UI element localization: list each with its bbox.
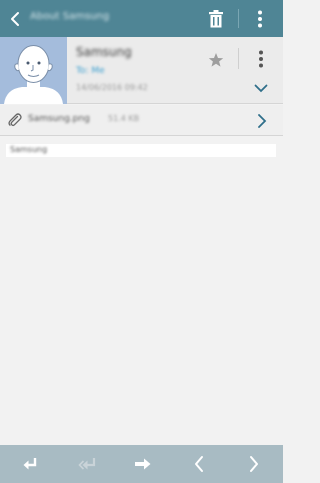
- recipient: To: Me: [76, 66, 105, 76]
- paperclip-icon: [7, 112, 23, 128]
- attachment-filename: Samsung.png: [28, 114, 90, 124]
- app-bar-divider: [238, 9, 239, 28]
- attachment-size: 51.4 KB: [108, 114, 140, 123]
- message-header: Samsung To: Me 14/06/2016 09:42: [0, 37, 283, 104]
- app-bar: About Samsung: [0, 0, 283, 37]
- back-arrow-icon[interactable]: [4, 8, 26, 30]
- next-icon[interactable]: [241, 452, 267, 476]
- trash-icon[interactable]: [205, 8, 227, 30]
- sender-name: Samsung: [76, 45, 132, 59]
- avatar[interactable]: [0, 37, 67, 104]
- header-divider: [238, 48, 239, 69]
- star-icon[interactable]: [205, 49, 227, 71]
- app-bar-title: About Samsung: [30, 11, 110, 22]
- message-body[interactable]: Samsung: [0, 137, 283, 445]
- reply-icon[interactable]: [17, 452, 43, 476]
- chevron-right-icon: [254, 111, 270, 131]
- forward-icon[interactable]: [130, 452, 156, 476]
- body-text: Samsung: [10, 145, 48, 154]
- body-text-line: Samsung: [6, 144, 276, 157]
- more-vert-icon[interactable]: [250, 7, 270, 31]
- previous-icon[interactable]: [186, 452, 212, 476]
- reply-all-icon: [75, 452, 101, 476]
- message-datetime: 14/06/2016 09:42: [76, 83, 148, 92]
- chevron-down-icon[interactable]: [250, 79, 272, 97]
- attachment-row[interactable]: Samsung.png 51.4 KB: [0, 105, 283, 136]
- bottom-action-bar: [0, 445, 283, 483]
- more-vert-icon[interactable]: [251, 47, 271, 71]
